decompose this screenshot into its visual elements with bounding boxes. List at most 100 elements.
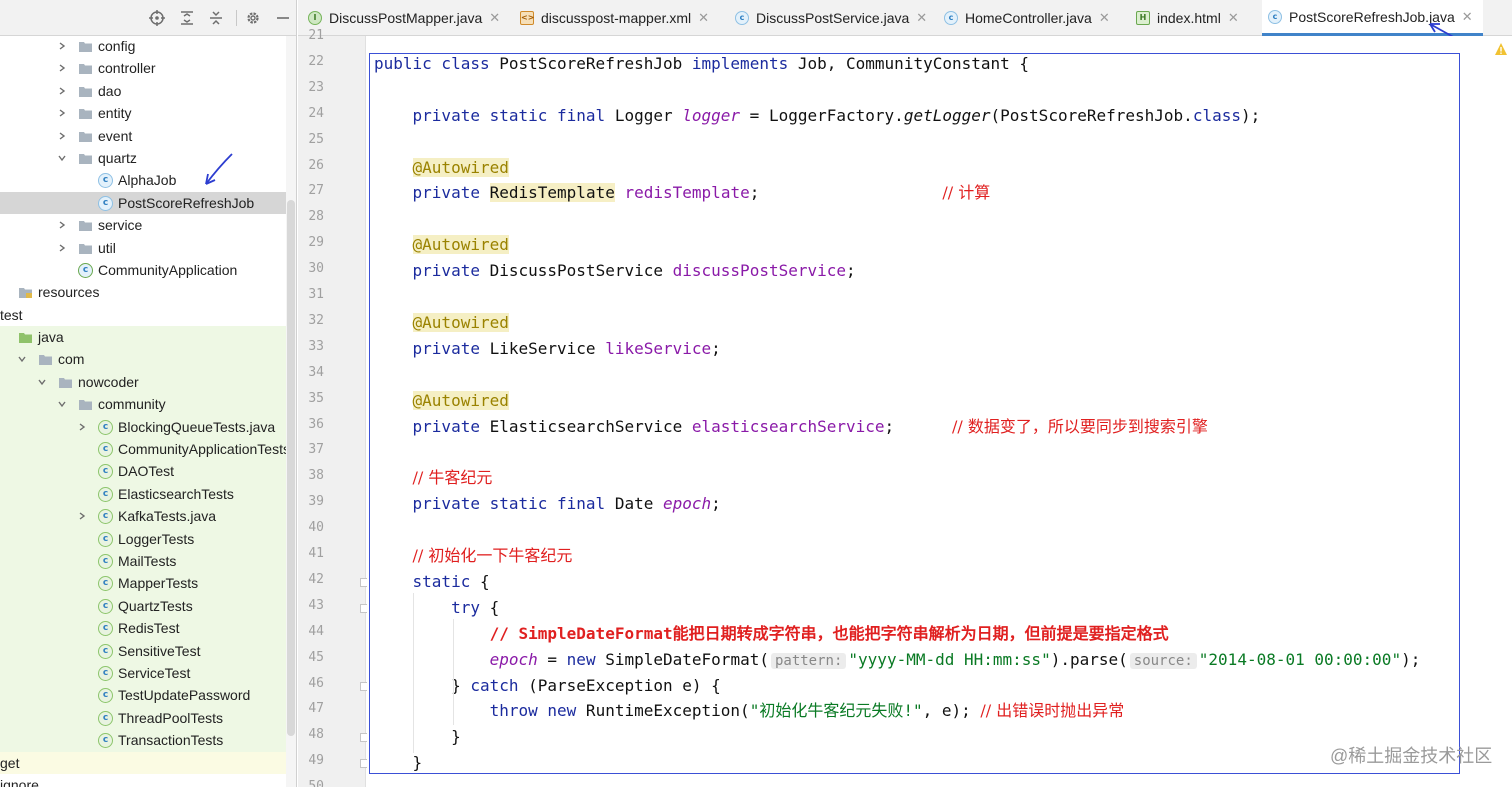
tab-discusspostmapper-java[interactable]: I DiscussPostMapper.java ✕ [308,0,506,36]
line-number: 28 [308,209,324,225]
chevron-right-icon[interactable] [58,87,66,95]
folder-icon [79,243,92,254]
tree-item-label: resources [38,284,100,301]
tree-item-label: util [98,239,116,256]
tree-item-util[interactable]: util [0,237,286,259]
tree-item-threadpooltests[interactable]: c ThreadPoolTests [0,706,286,730]
chevron-down-icon[interactable] [38,378,46,386]
tree-item-label: TestUpdatePassword [118,687,251,704]
resources-folder-icon [19,288,32,299]
chevron-right-icon[interactable] [58,109,66,117]
chevron-right-icon[interactable] [58,64,66,72]
tree-item-java[interactable]: java [0,326,286,349]
chevron-down-icon[interactable] [58,400,66,408]
expand-all-icon[interactable] [178,9,196,27]
tab-homecontroller-java[interactable]: c HomeController.java ✕ [944,0,1116,36]
tree-scrollbar-thumb[interactable] [287,200,295,736]
line-number: 42 [308,571,324,587]
annotation-arrow-icon [205,153,233,185]
test-class-icon: c [98,486,113,502]
tree-item-label: CommunityApplicationTests [118,441,290,458]
tree-item-redistest[interactable]: c RedisTest [0,617,286,640]
tree-item-servicetest[interactable]: c ServiceTest [0,661,286,685]
folder-icon [79,221,92,232]
tree-item-postscorerefreshjob[interactable]: c PostScoreRefreshJob [0,191,286,215]
tree-item-test[interactable]: test [0,304,286,326]
test-class-icon: c [98,643,113,659]
tree-item-label: com [58,351,85,368]
line-number: 23 [308,79,324,95]
line-number: 43 [308,597,324,613]
chevron-right-icon[interactable] [58,243,66,252]
line-number: 27 [308,183,324,199]
tree-item-alphajob[interactable]: c AlphaJob [0,169,286,191]
gear-icon[interactable] [244,9,262,27]
line-number: 33 [308,338,324,354]
tree-item-controller[interactable]: controller [0,57,286,79]
warning-icon[interactable] [1494,42,1508,56]
tree-item-entity[interactable]: entity [0,102,286,124]
tree-item-label: AlphaJob [118,172,177,189]
locate-icon[interactable] [148,9,166,27]
line-number: 25 [308,131,324,147]
tree-item-quartz[interactable]: quartz [0,147,286,169]
folder-icon [79,64,92,75]
chevron-down-icon[interactable] [58,154,66,162]
line-number: 35 [308,390,324,406]
tree-item-communityapplicationtests[interactable]: c CommunityApplicationTests [0,438,290,461]
close-icon[interactable]: ✕ [1228,10,1239,26]
tree-item-daotest[interactable]: c DAOTest [0,460,286,483]
close-icon[interactable]: ✕ [1099,10,1110,26]
project-toolbar [0,0,296,36]
line-number: 48 [308,727,324,743]
tree-item-testupdatepassword[interactable]: c TestUpdatePassword [0,684,286,707]
tree-item-elasticsearchtests[interactable]: c ElasticsearchTests [0,482,286,506]
close-icon[interactable]: ✕ [698,10,709,26]
tree-item-label: dao [98,82,122,99]
tree-item-label: java [38,329,64,346]
line-number: 26 [308,157,324,173]
test-class-icon: c [98,509,113,525]
hide-panel-icon[interactable] [274,9,292,27]
tree-item-blockingqueuetests-java[interactable]: c BlockingQueueTests.java [0,415,286,439]
tree-item-mappertests[interactable]: c MapperTests [0,572,286,595]
tab-index-html[interactable]: Hindex.html ✕ [1136,0,1245,36]
tab-discusspostservice-java[interactable]: c DiscussPostService.java ✕ [735,0,933,36]
chevron-down-icon[interactable] [18,355,26,363]
tree-item-nowcoder[interactable]: nowcoder [0,370,286,394]
tree-item-resources[interactable]: resources [0,281,286,303]
tree-item-transactiontests[interactable]: c TransactionTests [0,729,286,752]
tree-item-ignore[interactable]: ignore [0,774,286,787]
tree-item-service[interactable]: service [0,214,286,236]
tree-item-kafkatests-java[interactable]: c KafkaTests.java [0,505,286,528]
tree-item-communityapplication[interactable]: c CommunityApplication [0,259,286,281]
tree-item-label: MailTests [118,552,177,569]
chevron-right-icon[interactable] [58,42,66,50]
tree-item-config[interactable]: config [0,35,286,57]
tree-item-community[interactable]: community [0,393,286,416]
tree-item-label: config [98,38,136,54]
chevron-right-icon[interactable] [58,221,66,229]
tree-item-dao[interactable]: dao [0,80,286,102]
chevron-right-icon[interactable] [78,423,86,431]
tree-item-get[interactable]: get [0,751,286,774]
line-number: 36 [308,416,324,432]
tree-item-loggertests[interactable]: c LoggerTests [0,527,286,550]
tab-discusspost-mapper-xml[interactable]: <> discusspost-mapper.xml ✕ [520,0,715,36]
tree-item-mailtests[interactable]: c MailTests [0,549,286,573]
line-number-gutter: 21 22 23 24 25 26 27 28 29 30 31 32 33 34 35 36 37 38 39 40… [298,28,369,787]
tree-item-event[interactable]: event [0,125,286,147]
chevron-right-icon[interactable] [58,132,66,140]
close-icon[interactable]: ✕ [916,10,927,26]
tree-item-quartztests[interactable]: c QuartzTests [0,594,286,618]
tree-item-com[interactable]: com [0,348,286,371]
tree-item-sensitivetest[interactable]: c SensitiveTest [0,639,286,662]
chevron-right-icon[interactable] [78,512,86,520]
close-icon[interactable]: ✕ [489,10,500,26]
test-folder-icon [19,333,32,344]
line-number: 39 [308,494,324,510]
class-icon: c [1268,9,1282,24]
test-class-icon: c [98,621,113,637]
collapse-all-icon[interactable] [207,9,225,27]
tree-item-label: event [98,127,133,144]
